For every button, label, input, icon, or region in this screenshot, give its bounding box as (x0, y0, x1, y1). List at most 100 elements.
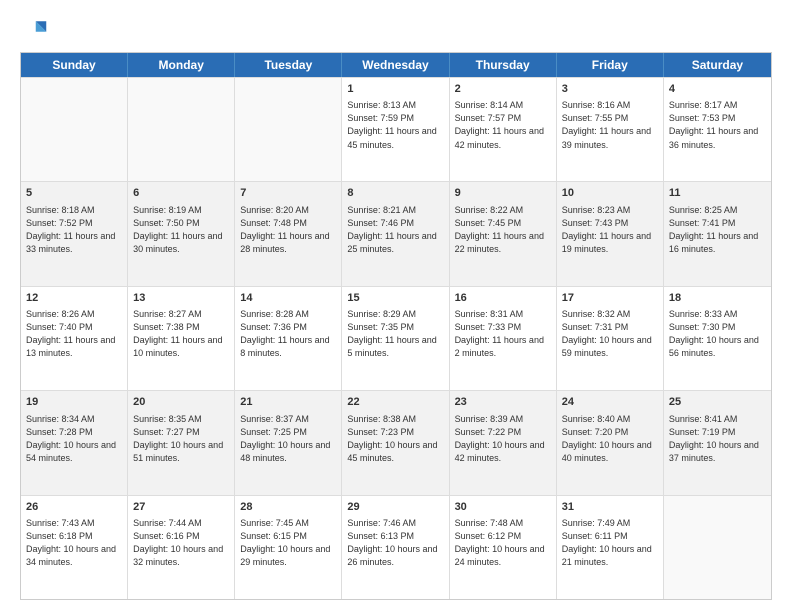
day-number: 4 (669, 82, 766, 97)
calendar-cell-20: 20Sunrise: 8:35 AMSunset: 7:27 PMDayligh… (128, 391, 235, 494)
calendar-cell-2: 2Sunrise: 8:14 AMSunset: 7:57 PMDaylight… (450, 78, 557, 181)
cell-info: Sunrise: 8:33 AMSunset: 7:30 PMDaylight:… (669, 308, 766, 360)
cell-info: Sunrise: 8:23 AMSunset: 7:43 PMDaylight:… (562, 204, 658, 256)
day-header-tuesday: Tuesday (235, 53, 342, 77)
calendar-cell-7: 7 Sunrise: 8:20 AMSunset: 7:48 PMDaylight… (235, 182, 342, 285)
day-number: 29 (347, 500, 443, 515)
calendar-cell-22: 22 Sunrise: 8:38 AMSunset: 7:23 PMDayligh… (342, 391, 449, 494)
cell-info: Sunrise: 8:20 AMSunset: 7:48 PMDaylight:… (240, 204, 336, 256)
day-header-thursday: Thursday (450, 53, 557, 77)
calendar-body: 1Sunrise: 8:13 AMSunset: 7:59 PMDaylight… (21, 77, 771, 599)
day-number: 10 (562, 186, 658, 201)
cell-info: Sunrise: 8:27 AMSunset: 7:38 PMDaylight:… (133, 308, 229, 360)
day-number: 22 (347, 395, 443, 410)
day-number: 11 (669, 186, 766, 201)
calendar-cell-10: 10 Sunrise: 8:23 AMSunset: 7:43 PMDayligh… (557, 182, 664, 285)
calendar-cell-29: 29 Sunrise: 7:46 AMSunset: 6:13 PMDayligh… (342, 496, 449, 599)
calendar-cell-18: 18 Sunrise: 8:33 AMSunset: 7:30 PMDayligh… (664, 287, 771, 390)
cell-info: Sunrise: 8:17 AMSunset: 7:53 PMDaylight:… (669, 99, 766, 151)
cell-info: Sunrise: 7:43 AMSunset: 6:18 PMDaylight:… (26, 517, 122, 569)
calendar-cell-15: 15 Sunrise: 8:29 AMSunset: 7:35 PMDayligh… (342, 287, 449, 390)
day-header-saturday: Saturday (664, 53, 771, 77)
day-header-sunday: Sunday (21, 53, 128, 77)
day-number: 31 (562, 500, 658, 515)
cell-info: Sunrise: 8:38 AMSunset: 7:23 PMDaylight:… (347, 413, 443, 465)
day-number: 5 (26, 186, 122, 201)
page: SundayMondayTuesdayWednesdayThursdayFrid… (0, 0, 792, 612)
day-number: 30 (455, 500, 551, 515)
day-number: 8 (347, 186, 443, 201)
calendar-row-4: 19 Sunrise: 8:34 AMSunset: 7:28 PMDayligh… (21, 390, 771, 494)
calendar-cell-13: 13 Sunrise: 8:27 AMSunset: 7:38 PMDayligh… (128, 287, 235, 390)
cell-info: Sunrise: 8:37 AMSunset: 7:25 PMDaylight:… (240, 413, 336, 465)
day-header-friday: Friday (557, 53, 664, 77)
calendar: SundayMondayTuesdayWednesdayThursdayFrid… (20, 52, 772, 600)
day-number: 7 (240, 186, 336, 201)
calendar-cell-28: 28 Sunrise: 7:45 AMSunset: 6:15 PMDayligh… (235, 496, 342, 599)
cell-info: Sunrise: 7:46 AMSunset: 6:13 PMDaylight:… (347, 517, 443, 569)
day-number: 2 (455, 82, 551, 97)
day-number: 21 (240, 395, 336, 410)
day-number: 23 (455, 395, 551, 410)
header (20, 16, 772, 44)
calendar-cell-24: 24Sunrise: 8:40 AMSunset: 7:20 PMDayligh… (557, 391, 664, 494)
calendar-row-5: 26 Sunrise: 7:43 AMSunset: 6:18 PMDayligh… (21, 495, 771, 599)
cell-info: Sunrise: 8:35 AMSunset: 7:27 PMDaylight:… (133, 413, 229, 465)
calendar-cell-empty-0-2 (235, 78, 342, 181)
calendar-cell-27: 27 Sunrise: 7:44 AMSunset: 6:16 PMDayligh… (128, 496, 235, 599)
day-header-wednesday: Wednesday (342, 53, 449, 77)
cell-info: Sunrise: 8:39 AMSunset: 7:22 PMDaylight:… (455, 413, 551, 465)
calendar-cell-12: 12Sunrise: 8:26 AMSunset: 7:40 PMDayligh… (21, 287, 128, 390)
calendar-cell-4: 4 Sunrise: 8:17 AMSunset: 7:53 PMDaylight… (664, 78, 771, 181)
day-number: 13 (133, 291, 229, 306)
calendar-cell-16: 16Sunrise: 8:31 AMSunset: 7:33 PMDayligh… (450, 287, 557, 390)
cell-info: Sunrise: 8:29 AMSunset: 7:35 PMDaylight:… (347, 308, 443, 360)
calendar-cell-14: 14 Sunrise: 8:28 AMSunset: 7:36 PMDayligh… (235, 287, 342, 390)
calendar-cell-17: 17 Sunrise: 8:32 AMSunset: 7:31 PMDayligh… (557, 287, 664, 390)
cell-info: Sunrise: 8:34 AMSunset: 7:28 PMDaylight:… (26, 413, 122, 465)
calendar-cell-8: 8Sunrise: 8:21 AMSunset: 7:46 PMDaylight… (342, 182, 449, 285)
calendar-cell-1: 1Sunrise: 8:13 AMSunset: 7:59 PMDaylight… (342, 78, 449, 181)
calendar-header: SundayMondayTuesdayWednesdayThursdayFrid… (21, 53, 771, 77)
cell-info: Sunrise: 8:18 AMSunset: 7:52 PMDaylight:… (26, 204, 122, 256)
day-number: 18 (669, 291, 766, 306)
cell-info: Sunrise: 8:41 AMSunset: 7:19 PMDaylight:… (669, 413, 766, 465)
cell-info: Sunrise: 7:49 AMSunset: 6:11 PMDaylight:… (562, 517, 658, 569)
cell-info: Sunrise: 7:44 AMSunset: 6:16 PMDaylight:… (133, 517, 229, 569)
calendar-row-2: 5 Sunrise: 8:18 AMSunset: 7:52 PMDaylight… (21, 181, 771, 285)
day-number: 3 (562, 82, 658, 97)
calendar-cell-19: 19 Sunrise: 8:34 AMSunset: 7:28 PMDayligh… (21, 391, 128, 494)
day-number: 28 (240, 500, 336, 515)
calendar-cell-empty-0-1 (128, 78, 235, 181)
day-number: 6 (133, 186, 229, 201)
calendar-cell-empty-4-6 (664, 496, 771, 599)
day-number: 14 (240, 291, 336, 306)
day-number: 27 (133, 500, 229, 515)
calendar-cell-21: 21 Sunrise: 8:37 AMSunset: 7:25 PMDayligh… (235, 391, 342, 494)
calendar-cell-23: 23 Sunrise: 8:39 AMSunset: 7:22 PMDayligh… (450, 391, 557, 494)
logo-icon (20, 16, 48, 44)
cell-info: Sunrise: 8:28 AMSunset: 7:36 PMDaylight:… (240, 308, 336, 360)
day-number: 19 (26, 395, 122, 410)
cell-info: Sunrise: 8:19 AMSunset: 7:50 PMDaylight:… (133, 204, 229, 256)
calendar-cell-5: 5 Sunrise: 8:18 AMSunset: 7:52 PMDaylight… (21, 182, 128, 285)
day-number: 15 (347, 291, 443, 306)
cell-info: Sunrise: 8:16 AMSunset: 7:55 PMDaylight:… (562, 99, 658, 151)
day-header-monday: Monday (128, 53, 235, 77)
day-number: 1 (347, 82, 443, 97)
cell-info: Sunrise: 7:45 AMSunset: 6:15 PMDaylight:… (240, 517, 336, 569)
day-number: 16 (455, 291, 551, 306)
cell-info: Sunrise: 8:32 AMSunset: 7:31 PMDaylight:… (562, 308, 658, 360)
day-number: 25 (669, 395, 766, 410)
calendar-cell-30: 30Sunrise: 7:48 AMSunset: 6:12 PMDayligh… (450, 496, 557, 599)
cell-info: Sunrise: 8:25 AMSunset: 7:41 PMDaylight:… (669, 204, 766, 256)
day-number: 17 (562, 291, 658, 306)
day-number: 26 (26, 500, 122, 515)
calendar-cell-6: 6 Sunrise: 8:19 AMSunset: 7:50 PMDaylight… (128, 182, 235, 285)
logo (20, 16, 52, 44)
calendar-cell-26: 26 Sunrise: 7:43 AMSunset: 6:18 PMDayligh… (21, 496, 128, 599)
day-number: 9 (455, 186, 551, 201)
calendar-cell-9: 9 Sunrise: 8:22 AMSunset: 7:45 PMDaylight… (450, 182, 557, 285)
calendar-cell-11: 11 Sunrise: 8:25 AMSunset: 7:41 PMDayligh… (664, 182, 771, 285)
cell-info: Sunrise: 8:22 AMSunset: 7:45 PMDaylight:… (455, 204, 551, 256)
